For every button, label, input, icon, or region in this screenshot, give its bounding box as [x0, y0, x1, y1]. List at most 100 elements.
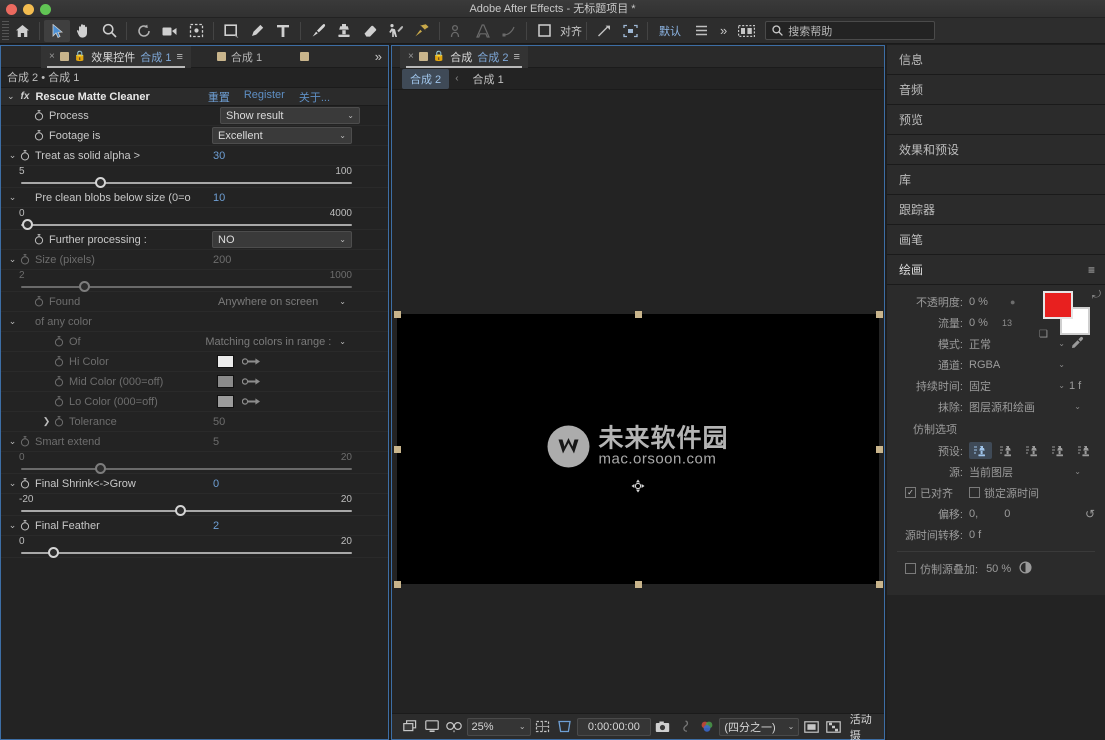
- shy-layers-icon[interactable]: [591, 20, 617, 42]
- color-swatch[interactable]: [217, 355, 234, 368]
- property-row[interactable]: ⌄ Found Anywhere on screen ⌄: [1, 292, 388, 312]
- property-row[interactable]: ⌄ Treat as solid alpha > 30: [1, 146, 388, 166]
- flow-value[interactable]: 0 %: [969, 317, 988, 329]
- property-slider[interactable]: 0 20: [1, 536, 388, 558]
- eyedropper-icon[interactable]: [1071, 336, 1084, 352]
- slider-track[interactable]: [21, 286, 352, 288]
- brush-tool[interactable]: [305, 20, 331, 42]
- frame-select-icon[interactable]: [617, 20, 643, 42]
- 3d-glasses-icon[interactable]: [444, 717, 464, 737]
- zoom-level-select[interactable]: 25% ⌄: [466, 717, 531, 736]
- clone-source-overlay-checkbox[interactable]: [905, 563, 916, 574]
- slider-track[interactable]: [21, 224, 352, 226]
- panel-menu-icon[interactable]: ≡: [1088, 263, 1095, 277]
- workspace-layout-icon[interactable]: [733, 20, 759, 42]
- opacity-value[interactable]: 0 %: [969, 296, 988, 308]
- twirl-down-icon[interactable]: ⌄: [7, 150, 18, 161]
- property-row[interactable]: ⌄ Smart extend 5: [1, 432, 388, 452]
- reset-link[interactable]: 重置: [208, 89, 230, 105]
- workspace-selector[interactable]: 默认: [652, 21, 688, 41]
- type-align-icon[interactable]: [470, 20, 496, 42]
- chevron-down-icon[interactable]: ⌄: [1058, 381, 1065, 390]
- stopwatch-icon[interactable]: [18, 520, 31, 531]
- sidebar-item-7[interactable]: 绘画 ≡: [887, 255, 1105, 285]
- property-slider[interactable]: 0 20: [1, 452, 388, 474]
- property-value[interactable]: 10: [213, 192, 225, 204]
- mask-feather-tool[interactable]: [444, 20, 470, 42]
- twirl-down-icon[interactable]: ⌄: [7, 254, 18, 265]
- stopwatch-icon[interactable]: [52, 396, 65, 407]
- stopwatch-icon[interactable]: [32, 234, 45, 245]
- sidebar-item-6[interactable]: 画笔: [887, 225, 1105, 255]
- tab-effect-controls[interactable]: × 🔒 效果控件 合成 1 ≡: [41, 45, 191, 68]
- sidebar-item-1[interactable]: 音频: [887, 75, 1105, 105]
- property-value[interactable]: 0: [213, 478, 219, 490]
- property-dropdown[interactable]: Anywhere on screen ⌄: [212, 293, 352, 310]
- subtab-composition-1[interactable]: 合成 1: [465, 69, 512, 89]
- stopwatch-icon[interactable]: [52, 416, 65, 427]
- clone-preset-1[interactable]: [969, 442, 992, 459]
- close-icon[interactable]: ×: [49, 51, 55, 62]
- sidebar-item-0[interactable]: 信息: [887, 45, 1105, 75]
- chevron-down-icon[interactable]: ⌄: [1058, 339, 1065, 348]
- camera-tool[interactable]: [157, 20, 183, 42]
- timecode-display[interactable]: 0:00:00:00: [576, 717, 651, 736]
- eyedropper-icon[interactable]: [242, 356, 264, 367]
- property-slider[interactable]: 0 4000: [1, 208, 388, 230]
- selection-handle-mr[interactable]: [876, 446, 883, 453]
- composition-viewport[interactable]: 未来软件园 mac.orsoon.com: [392, 90, 884, 713]
- active-camera-label[interactable]: 活动摄: [846, 711, 884, 740]
- duration-frames-value[interactable]: 1 f: [1069, 380, 1081, 392]
- property-value[interactable]: 200: [213, 254, 231, 266]
- hand-tool[interactable]: [70, 20, 96, 42]
- property-row[interactable]: ⌄ Final Shrink<->Grow 0: [1, 474, 388, 494]
- search-help-input[interactable]: 搜索帮助: [765, 21, 936, 40]
- about-link[interactable]: 关于...: [299, 89, 330, 105]
- chevron-down-icon[interactable]: ⌄: [519, 722, 526, 731]
- lock-source-time-checkbox[interactable]: [969, 487, 980, 498]
- stopwatch-icon[interactable]: [18, 478, 31, 489]
- pan-behind-tool[interactable]: [183, 20, 209, 42]
- slider-knob[interactable]: [79, 281, 91, 292]
- slider-track[interactable]: [21, 468, 352, 470]
- color-swatch[interactable]: [217, 395, 234, 408]
- selection-handle-ml[interactable]: [394, 446, 401, 453]
- eraser-tool[interactable]: [357, 20, 383, 42]
- resolution-select[interactable]: (四分之一) ⌄: [719, 717, 800, 736]
- property-row[interactable]: ⌄ Of Matching colors in range : ⌄: [1, 332, 388, 352]
- chevron-down-icon[interactable]: ⌄: [788, 722, 795, 731]
- slider-track[interactable]: [21, 182, 352, 184]
- region-of-interest-icon[interactable]: [555, 717, 575, 737]
- offset-x-value[interactable]: 0,: [969, 508, 978, 520]
- clone-stamp-tool[interactable]: [331, 20, 357, 42]
- property-dropdown[interactable]: NO ⌄: [212, 231, 352, 248]
- chevron-down-icon[interactable]: ⌄: [339, 337, 346, 346]
- color-swatch[interactable]: [217, 375, 234, 388]
- selection-tool[interactable]: [44, 19, 70, 42]
- property-row[interactable]: ⌄ Size (pixels) 200: [1, 250, 388, 270]
- selection-handle-tr[interactable]: [876, 311, 883, 318]
- chevron-down-icon[interactable]: ⌄: [339, 297, 346, 306]
- eyedropper-icon[interactable]: [242, 396, 264, 407]
- register-link[interactable]: Register: [244, 89, 285, 105]
- workspace-menu-icon[interactable]: [688, 20, 714, 42]
- grid-guides-icon[interactable]: [533, 717, 553, 737]
- stopwatch-icon[interactable]: [18, 254, 31, 265]
- panel-menu-icon[interactable]: ≡: [513, 51, 519, 63]
- property-slider[interactable]: -20 20: [1, 494, 388, 516]
- channel-select[interactable]: RGBA ⌄: [969, 356, 1065, 373]
- property-row[interactable]: ⌄ Footage is Excellent ⌄: [1, 126, 388, 146]
- reset-offset-icon[interactable]: ↺: [1085, 507, 1095, 521]
- twirl-down-icon[interactable]: ⌄: [7, 478, 18, 489]
- monitor-icon[interactable]: [422, 717, 442, 737]
- composition-canvas[interactable]: 未来软件园 mac.orsoon.com: [397, 314, 879, 584]
- stopwatch-icon[interactable]: [18, 150, 31, 161]
- property-row[interactable]: ⌄Lo Color (000=off): [1, 392, 388, 412]
- stopwatch-icon[interactable]: [32, 296, 45, 307]
- chevron-down-icon[interactable]: ⌄: [347, 111, 354, 120]
- clone-preset-5[interactable]: [1073, 442, 1096, 459]
- slider-knob[interactable]: [95, 177, 107, 188]
- difference-mode-icon[interactable]: [1019, 560, 1032, 577]
- chevron-down-icon[interactable]: ⌄: [1074, 402, 1081, 411]
- default-colors-icon[interactable]: ❑: [1039, 329, 1048, 340]
